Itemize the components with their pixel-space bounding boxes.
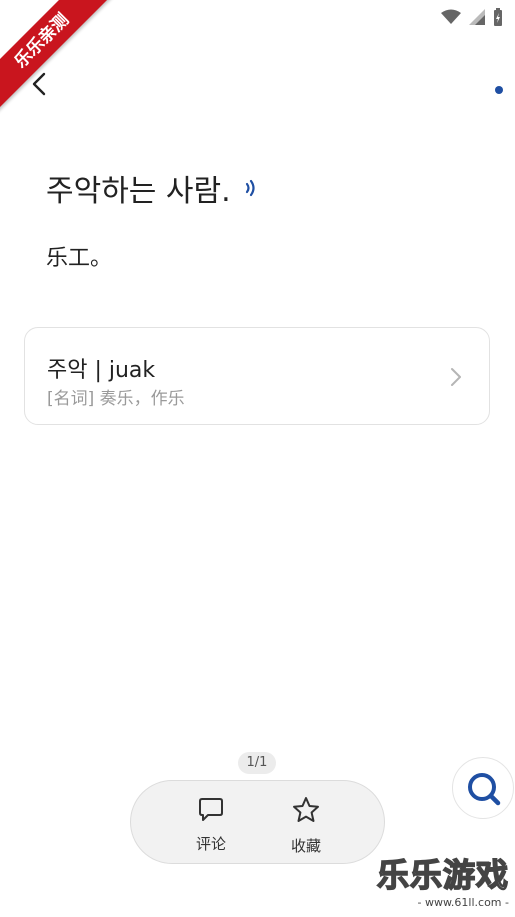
wifi-icon <box>441 9 461 24</box>
battery-icon <box>494 8 502 26</box>
favorite-button[interactable]: 收藏 <box>271 795 341 856</box>
star-icon <box>293 797 319 822</box>
translation-text: 乐工。 <box>46 246 113 271</box>
word-title: 주악 | juak <box>47 358 156 383</box>
back-button[interactable] <box>24 68 56 100</box>
chevron-right-icon <box>451 368 461 386</box>
sound-icon[interactable] <box>241 177 263 199</box>
comment-icon <box>199 798 223 821</box>
sentence-text: 주악하는 사람. <box>46 174 231 209</box>
watermark: 乐乐游戏 - www.61ll.com - <box>376 850 509 909</box>
comment-button[interactable]: 评论 <box>176 795 246 854</box>
page-indicator: 1/1 <box>238 752 276 774</box>
search-button[interactable] <box>452 757 514 819</box>
word-definition: [名词] 奏乐，作乐 <box>47 389 185 409</box>
watermark-url: - www.61ll.com - <box>417 896 509 909</box>
favorite-label: 收藏 <box>290 837 321 855</box>
menu-dot-icon[interactable] <box>495 86 503 94</box>
back-arrow-icon <box>32 72 46 96</box>
comment-label: 评论 <box>195 835 226 853</box>
search-icon <box>468 773 501 806</box>
signal-icon <box>469 9 485 25</box>
watermark-title: 乐乐游戏 <box>376 855 509 895</box>
sentence-row: 주악하는 사람. <box>46 166 263 210</box>
bottom-action-bar: 评论 收藏 <box>130 780 385 864</box>
word-card[interactable]: 주악 | juak [名词] 奏乐，作乐 <box>24 327 490 425</box>
